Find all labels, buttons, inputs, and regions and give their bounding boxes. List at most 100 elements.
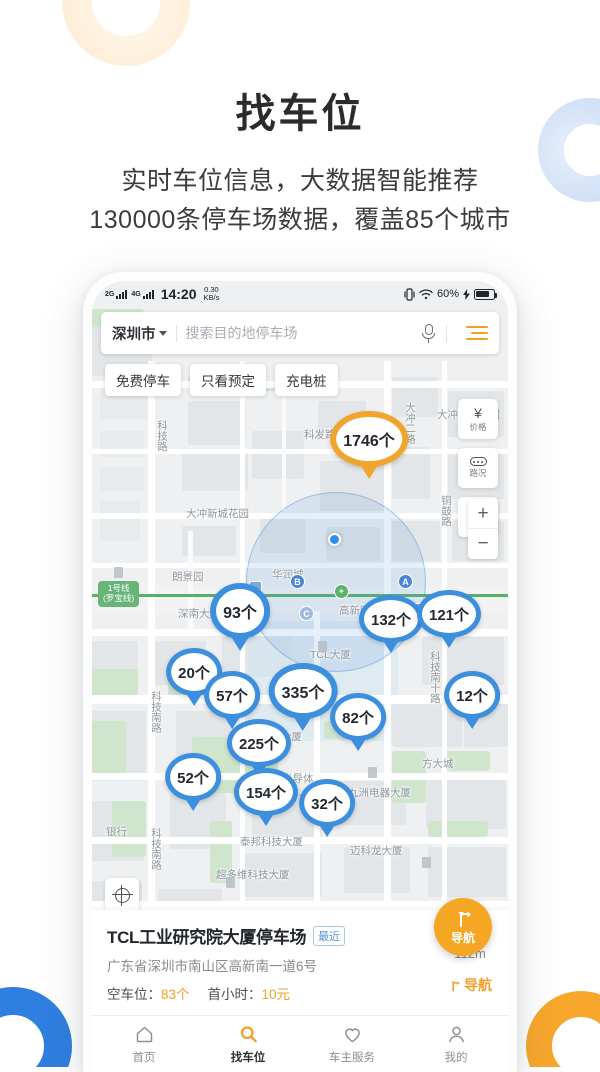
free-spots-value: 83个 [161, 987, 190, 1002]
parking-marker-tail [440, 634, 458, 648]
signal-bars-icon [116, 290, 127, 299]
metro-line-badge-line2: (罗宝线) [103, 594, 134, 604]
chevron-down-icon [159, 331, 167, 336]
navigate-fab-label: 导航 [451, 929, 475, 946]
divider [176, 325, 177, 342]
city-selector[interactable]: 深圳市 [112, 323, 167, 344]
parking-marker[interactable]: 82个 [330, 693, 386, 751]
status-bar: 2G 4G 14:20 0.30 KB/s 60% [92, 281, 508, 307]
promo-header: 找车位 实时车位信息，大数据智能推荐 130000条停车场数据，覆盖85个城市 [0, 0, 600, 240]
search-input[interactable]: 搜索目的地停车场 [186, 323, 421, 343]
card-navigate-button[interactable]: 导航 [448, 975, 492, 995]
search-bar[interactable]: 深圳市 搜索目的地停车场 [101, 312, 499, 354]
navigation-arrow-icon [448, 979, 461, 992]
tab-heart[interactable]: 车主服务 [300, 1024, 404, 1065]
parking-marker[interactable]: 12个 [444, 671, 500, 729]
promo-subtitle-line-1: 实时车位信息，大数据智能推荐 [0, 162, 600, 201]
microphone-icon[interactable] [420, 324, 437, 343]
map-label: 九洲电器大厦 [348, 785, 411, 800]
metro-exit-b[interactable]: B [290, 574, 305, 589]
map-label: 科技南路 [149, 691, 164, 733]
parking-marker-count: 57个 [204, 671, 260, 719]
traffic-toggle-button[interactable]: 路况 [458, 448, 498, 488]
person-icon [446, 1024, 467, 1045]
bottom-tab-bar: 首页找车位 车主服务 我的 [92, 1015, 508, 1072]
parking-marker[interactable]: 93个 [210, 583, 270, 651]
filter-chips: 免费停车只看预定充电桩 [105, 364, 338, 396]
search-icon [238, 1024, 259, 1045]
promo-subtitle-line-2: 130000条停车场数据，覆盖85个城市 [0, 201, 600, 240]
locate-crosshair-icon [115, 888, 130, 903]
tab-label: 我的 [445, 1049, 468, 1065]
filter-chip-0[interactable]: 免费停车 [105, 364, 181, 396]
parking-marker-count: 132个 [359, 595, 423, 643]
network-type-2g: 2G [105, 291, 114, 298]
parking-marker-tail [359, 463, 379, 479]
first-hour-price: 首小时：10元 [208, 983, 291, 1003]
parking-marker-count: 335个 [269, 663, 338, 719]
first-hour-label: 首小时： [208, 987, 262, 1002]
tab-search[interactable]: 找车位 [196, 1024, 300, 1065]
zoom-out-button[interactable]: − [468, 529, 498, 559]
metro-exit-a[interactable]: A [398, 574, 413, 589]
wifi-icon [419, 289, 433, 300]
tab-label: 车主服务 [329, 1049, 375, 1065]
parking-marker[interactable]: 52个 [165, 753, 221, 811]
parking-marker[interactable]: 32个 [299, 779, 355, 837]
tab-home[interactable]: 首页 [92, 1024, 196, 1065]
parking-marker[interactable]: 121个 [417, 590, 481, 648]
parking-marker-count: 82个 [330, 693, 386, 741]
free-spots-label: 空车位： [107, 987, 161, 1002]
first-hour-value: 10元 [262, 987, 291, 1002]
map-label: 科技南路 [149, 828, 164, 870]
parking-marker[interactable]: 1746个 [330, 411, 408, 479]
parking-marker-count: 225个 [227, 719, 291, 767]
map-label: 铜鼓路 [439, 495, 454, 527]
parking-marker-count: 1746个 [330, 411, 408, 467]
status-time: 14:20 [161, 286, 197, 302]
price-filter-button[interactable]: ¥ 价格 [458, 399, 498, 439]
map-label: 大冲新城花园 [186, 506, 249, 521]
filter-chip-2[interactable]: 充电桩 [275, 364, 338, 396]
status-badge: 最近 [313, 926, 345, 946]
metro-exit-c[interactable]: C [299, 606, 314, 621]
parking-marker[interactable]: 154个 [234, 768, 298, 826]
parking-marker-count: 154个 [234, 768, 298, 816]
page-title: 找车位 [0, 92, 600, 136]
zoom-in-button[interactable]: + [468, 499, 498, 529]
metro-station-icon[interactable]: ✦ [334, 584, 349, 599]
parking-marker-tail [318, 823, 336, 837]
map-zoom-controls: + − [468, 499, 498, 559]
parking-marker-tail [463, 715, 481, 729]
hamburger-menu-icon[interactable] [466, 326, 488, 341]
navigate-fab[interactable]: 导航 [434, 898, 492, 956]
parking-marker-tail [382, 639, 400, 653]
map-label: 科技南十路 [428, 651, 443, 704]
parking-marker-tail [293, 715, 313, 731]
tab-label: 找车位 [231, 1049, 266, 1065]
parking-marker-count: 32个 [299, 779, 355, 827]
phone-mockup: 大冲二路大冲城市花园科技路科发路大冲新城花园铜鼓路朗景园华润城深南大道高新园创维… [83, 272, 517, 1072]
parking-marker-tail [230, 635, 250, 651]
network-type-4g: 4G [131, 291, 140, 298]
free-spots: 空车位：83个 [107, 983, 190, 1003]
metro-line-badge: 1号线 (罗宝线) [98, 581, 139, 607]
battery-icon [474, 289, 495, 300]
promo-subtitle: 实时车位信息，大数据智能推荐 130000条停车场数据，覆盖85个城市 [0, 162, 600, 240]
heart-icon [342, 1024, 363, 1045]
traffic-toggle-label: 路况 [469, 467, 486, 479]
parking-marker-tail [184, 797, 202, 811]
card-navigate-label: 导航 [464, 975, 492, 995]
network-speed: 0.30 KB/s [204, 286, 220, 302]
user-location-dot [328, 533, 341, 546]
vibrate-icon [404, 288, 415, 301]
tab-person[interactable]: 我的 [404, 1024, 508, 1065]
parking-marker[interactable]: 132个 [359, 595, 423, 653]
phone-screen: 大冲二路大冲城市花园科技路科发路大冲新城花园铜鼓路朗景园华润城深南大道高新园创维… [92, 281, 508, 1072]
filter-chip-1[interactable]: 只看预定 [190, 364, 266, 396]
parking-address: 广东省深圳市南山区高新南一道6号 [107, 955, 493, 975]
map-label: TCL大厦 [310, 647, 351, 662]
city-name: 深圳市 [112, 323, 156, 344]
map-label: 迈科龙大厦 [350, 843, 403, 858]
locate-me-button[interactable] [105, 878, 139, 912]
